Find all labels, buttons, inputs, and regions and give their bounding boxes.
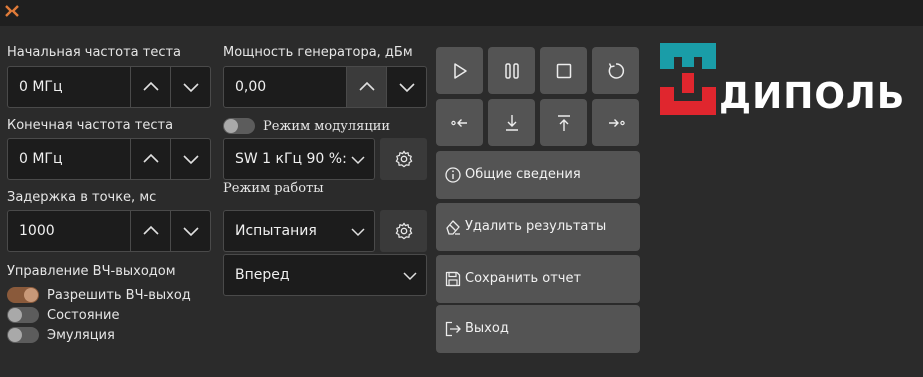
stop-icon [556, 63, 571, 78]
point-delay-spinbox[interactable]: 1000 [7, 210, 211, 252]
direction-select[interactable]: Вперед [223, 254, 427, 296]
chevron-up-icon [142, 225, 159, 235]
play-icon [453, 62, 467, 79]
stop-button[interactable] [540, 47, 587, 94]
start-frequency-down-button[interactable] [170, 67, 210, 107]
start-frequency-up-button[interactable] [130, 67, 170, 107]
chevron-down-icon [403, 272, 417, 281]
emulation-toggle[interactable] [7, 327, 39, 343]
save-icon [445, 271, 461, 287]
chevron-down-icon [182, 227, 199, 237]
point-delay-down-button[interactable] [170, 211, 210, 251]
operation-mode-label: Режим работы [223, 181, 324, 196]
dipol-logo-text: ДИПОЛЬ [719, 76, 906, 117]
start-frequency-spinbox[interactable]: 0 МГц [7, 66, 211, 108]
chevron-down-icon [351, 228, 365, 237]
save-report-button[interactable]: Сохранить отчет [436, 255, 640, 303]
end-frequency-label: Конечная частота теста [7, 118, 174, 133]
exit-icon [445, 321, 461, 337]
end-frequency-down-button[interactable] [170, 139, 210, 179]
end-frequency-spinbox[interactable]: 0 МГц [7, 138, 211, 180]
pause-button[interactable] [488, 47, 535, 94]
generator-power-value[interactable]: 0,00 [235, 79, 266, 95]
modulation-select[interactable]: SW 1 кГц 90 %: [223, 138, 375, 180]
upload-icon [557, 114, 570, 131]
end-frequency-value[interactable]: 0 МГц [19, 151, 63, 167]
rf-enable-toggle[interactable] [7, 287, 39, 303]
dipol-logo-mark [660, 43, 716, 115]
arrow-right-icon [608, 118, 625, 127]
chevron-up-icon [358, 81, 375, 91]
pause-icon [504, 62, 519, 79]
point-delay-value[interactable]: 1000 [19, 223, 55, 239]
info-icon [445, 167, 461, 183]
rf-output-section-label: Управление ВЧ-выходом [7, 264, 176, 279]
upload-button[interactable] [540, 99, 587, 146]
chevron-up-icon [142, 81, 159, 91]
exit-button[interactable]: Выход [436, 305, 640, 353]
arrow-left-button[interactable] [436, 99, 483, 146]
modulation-value: SW 1 кГц 90 %: [235, 151, 347, 167]
point-delay-up-button[interactable] [130, 211, 170, 251]
generator-power-spinbox[interactable]: 0,00 [223, 66, 427, 108]
end-frequency-up-button[interactable] [130, 139, 170, 179]
rf-state-label: Состояние [47, 308, 120, 323]
generator-power-down-button[interactable] [386, 67, 426, 107]
arrow-right-button[interactable] [592, 99, 639, 146]
download-button[interactable] [488, 99, 535, 146]
point-delay-label: Задержка в точке, мс [7, 190, 157, 205]
download-icon [505, 114, 518, 131]
arrow-left-icon [450, 118, 467, 127]
chevron-down-icon [182, 155, 199, 165]
refresh-button[interactable] [592, 47, 639, 94]
title-bar [0, 0, 923, 26]
generator-power-label: Мощность генератора, дБм [223, 45, 413, 60]
chevron-up-icon [142, 153, 159, 163]
emulation-label: Эмуляция [47, 328, 115, 343]
modulation-settings-button[interactable] [380, 138, 427, 180]
direction-value: Вперед [235, 267, 290, 283]
operation-mode-settings-button[interactable] [380, 210, 427, 252]
rf-enable-label: Разрешить ВЧ-выход [47, 288, 191, 303]
save-report-label: Сохранить отчет [465, 271, 582, 286]
chevron-down-icon [398, 83, 415, 93]
start-frequency-value[interactable]: 0 МГц [19, 79, 63, 95]
delete-results-label: Удалить результаты [465, 219, 607, 234]
gear-icon [395, 222, 412, 240]
eraser-icon [446, 220, 460, 235]
start-frequency-label: Начальная частота теста [7, 45, 182, 60]
general-info-label: Общие сведения [465, 167, 581, 182]
chevron-down-icon [351, 156, 365, 165]
modulation-toggle[interactable] [223, 118, 255, 134]
delete-results-button[interactable]: Удалить результаты [436, 203, 640, 251]
rf-state-toggle[interactable] [7, 307, 39, 323]
refresh-icon [608, 62, 624, 79]
app-logo-icon [5, 5, 19, 17]
gear-icon [395, 150, 412, 168]
operation-mode-select[interactable]: Испытания [223, 210, 375, 252]
play-button[interactable] [436, 47, 483, 94]
general-info-button[interactable]: Общие сведения [436, 151, 640, 199]
generator-power-up-button[interactable] [346, 67, 386, 107]
operation-mode-value: Испытания [235, 223, 317, 239]
exit-label: Выход [465, 321, 509, 336]
chevron-down-icon [182, 83, 199, 93]
modulation-label: Режим модуляции [263, 119, 391, 134]
